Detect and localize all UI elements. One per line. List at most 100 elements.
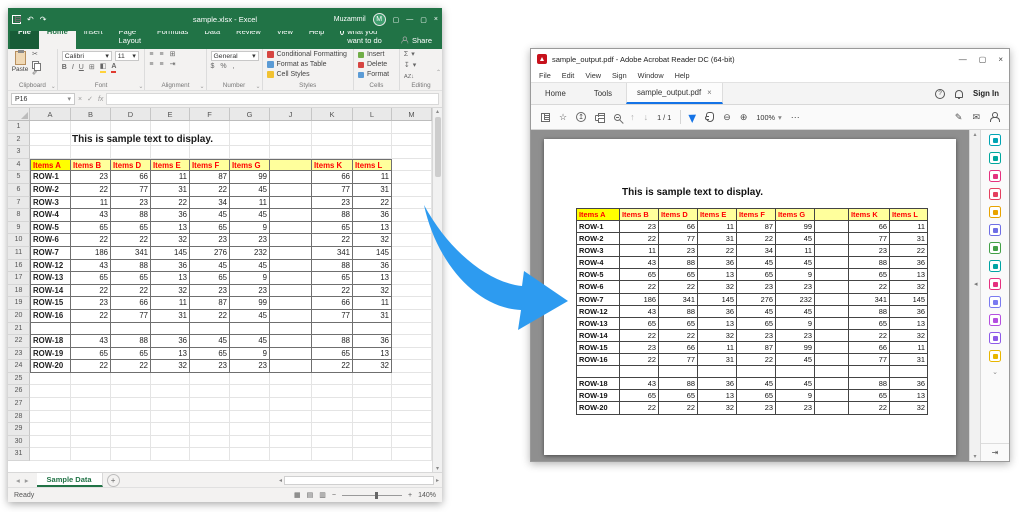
grid-cell[interactable] (353, 134, 392, 147)
zoom-in-icon[interactable]: + (408, 492, 412, 499)
row-header-6[interactable]: 6 (8, 184, 30, 197)
row-header-17[interactable]: 17 (8, 272, 30, 285)
grid-cell[interactable] (270, 411, 312, 424)
row-header-21[interactable]: 21 (8, 323, 30, 336)
column-header-E[interactable]: E (151, 108, 190, 120)
column-header-D[interactable]: D (111, 108, 151, 120)
grid-cell[interactable]: 43 (71, 260, 111, 273)
grid-cell[interactable] (270, 272, 312, 285)
grid-cell[interactable] (392, 121, 432, 134)
grid-cell[interactable]: 32 (151, 234, 190, 247)
zoom-in-icon[interactable]: ⊕ (740, 112, 748, 123)
grid-cell[interactable]: 65 (312, 272, 353, 285)
italic-button[interactable]: I (72, 64, 74, 72)
grid-cell[interactable] (270, 423, 312, 436)
conditional-formatting-button[interactable]: Conditional Formatting (277, 51, 347, 58)
menu-sign[interactable]: Sign (612, 71, 627, 80)
grid-cell[interactable] (190, 448, 230, 461)
grid-cell[interactable]: 22 (190, 310, 230, 323)
grid-cell[interactable] (111, 146, 151, 159)
page-break-view-icon[interactable]: ▥ (319, 491, 326, 499)
grid-cell[interactable]: 45 (190, 260, 230, 273)
grid-cell[interactable] (151, 423, 190, 436)
grid-cell[interactable]: 36 (151, 260, 190, 273)
grid-cell[interactable] (392, 159, 432, 172)
grid-cell[interactable]: ROW-15 (30, 297, 71, 310)
grid-cell[interactable] (270, 234, 312, 247)
select-tool-icon[interactable] (689, 111, 699, 122)
maximize-button[interactable]: ▢ (420, 16, 427, 24)
grid-cell[interactable]: 22 (71, 234, 111, 247)
grid-cell[interactable]: 65 (71, 272, 111, 285)
grid-cell[interactable]: 36 (353, 209, 392, 222)
row-header-2[interactable]: 2 (8, 134, 30, 147)
grid-cell[interactable] (353, 411, 392, 424)
grid-cell[interactable]: Items K (312, 159, 353, 172)
grid-cell[interactable]: 32 (151, 360, 190, 373)
grid-cell[interactable]: 23 (312, 197, 353, 210)
grid-cell[interactable] (71, 323, 111, 336)
add-sheet-button[interactable]: + (107, 474, 120, 487)
tab-tools[interactable]: Tools (580, 83, 626, 104)
grid-cell[interactable]: 66 (312, 171, 353, 184)
align-middle-icon[interactable]: ≡ (159, 51, 163, 59)
grid-cell[interactable] (270, 385, 312, 398)
grid-cell[interactable] (270, 373, 312, 386)
menu-help[interactable]: Help (675, 71, 690, 80)
grid-cell[interactable]: ROW-3 (30, 197, 71, 210)
zoom-slider-thumb[interactable] (375, 492, 378, 499)
grid-cell[interactable] (312, 134, 353, 147)
grid-cell[interactable] (30, 385, 71, 398)
grid-cell[interactable]: ROW-18 (30, 335, 71, 348)
grid-cell[interactable]: 36 (353, 335, 392, 348)
row-header-29[interactable]: 29 (8, 423, 30, 436)
grid-cell[interactable]: Items D (111, 159, 151, 172)
grid-cell[interactable] (270, 297, 312, 310)
next-page-icon[interactable]: ↓ (644, 112, 649, 122)
menu-file[interactable]: File (539, 71, 551, 80)
merge-center-icon[interactable]: ⇥ (170, 61, 176, 69)
grid-cell[interactable] (392, 348, 432, 361)
grid-cell[interactable] (270, 197, 312, 210)
grid-cell[interactable]: ROW-20 (30, 360, 71, 373)
grid-cell[interactable] (270, 146, 312, 159)
grid-cell[interactable] (392, 373, 432, 386)
scroll-down-icon[interactable]: ▾ (436, 465, 439, 472)
cell-styles-button[interactable]: Cell Styles (277, 71, 310, 78)
grid-cell[interactable]: 65 (190, 222, 230, 235)
grid-cell[interactable]: Items E (151, 159, 190, 172)
grid-cell[interactable] (392, 134, 432, 147)
grid-cell[interactable] (190, 373, 230, 386)
grid-cell[interactable]: 65 (190, 272, 230, 285)
font-color-icon[interactable]: A (111, 63, 116, 73)
column-header-L[interactable]: L (353, 108, 392, 120)
grid-cell[interactable] (270, 247, 312, 260)
zoom-out-icon[interactable]: ⊖ (723, 112, 731, 123)
grid-cell[interactable] (392, 436, 432, 449)
print-icon[interactable] (595, 115, 605, 121)
grid-cell[interactable]: 43 (71, 335, 111, 348)
row-header-24[interactable]: 24 (8, 360, 30, 373)
grid-cell[interactable] (230, 411, 270, 424)
grid-cell[interactable] (312, 398, 353, 411)
grid-cell[interactable]: 88 (312, 260, 353, 273)
scroll-up-icon[interactable]: ▴ (973, 131, 976, 138)
grid-cell[interactable] (30, 423, 71, 436)
grid-cell[interactable]: ROW-16 (30, 310, 71, 323)
grid-cell[interactable] (30, 398, 71, 411)
grid-cell[interactable]: 23 (230, 360, 270, 373)
grid-cell[interactable]: 11 (353, 171, 392, 184)
grid-cell[interactable] (353, 323, 392, 336)
grid-cell[interactable]: 66 (312, 297, 353, 310)
row-header-19[interactable]: 19 (8, 297, 30, 310)
page-indicator[interactable]: 1 / 1 (657, 113, 671, 122)
redact-tool[interactable] (989, 314, 1001, 326)
comment-tool[interactable] (989, 206, 1001, 218)
column-header-G[interactable]: G (230, 108, 270, 120)
grid-cell[interactable] (111, 323, 151, 336)
grid-cell[interactable] (230, 423, 270, 436)
grid-cell[interactable]: 23 (190, 285, 230, 298)
grid-cell[interactable]: 9 (230, 348, 270, 361)
grid-cell[interactable] (392, 423, 432, 436)
grid-cell[interactable] (190, 323, 230, 336)
